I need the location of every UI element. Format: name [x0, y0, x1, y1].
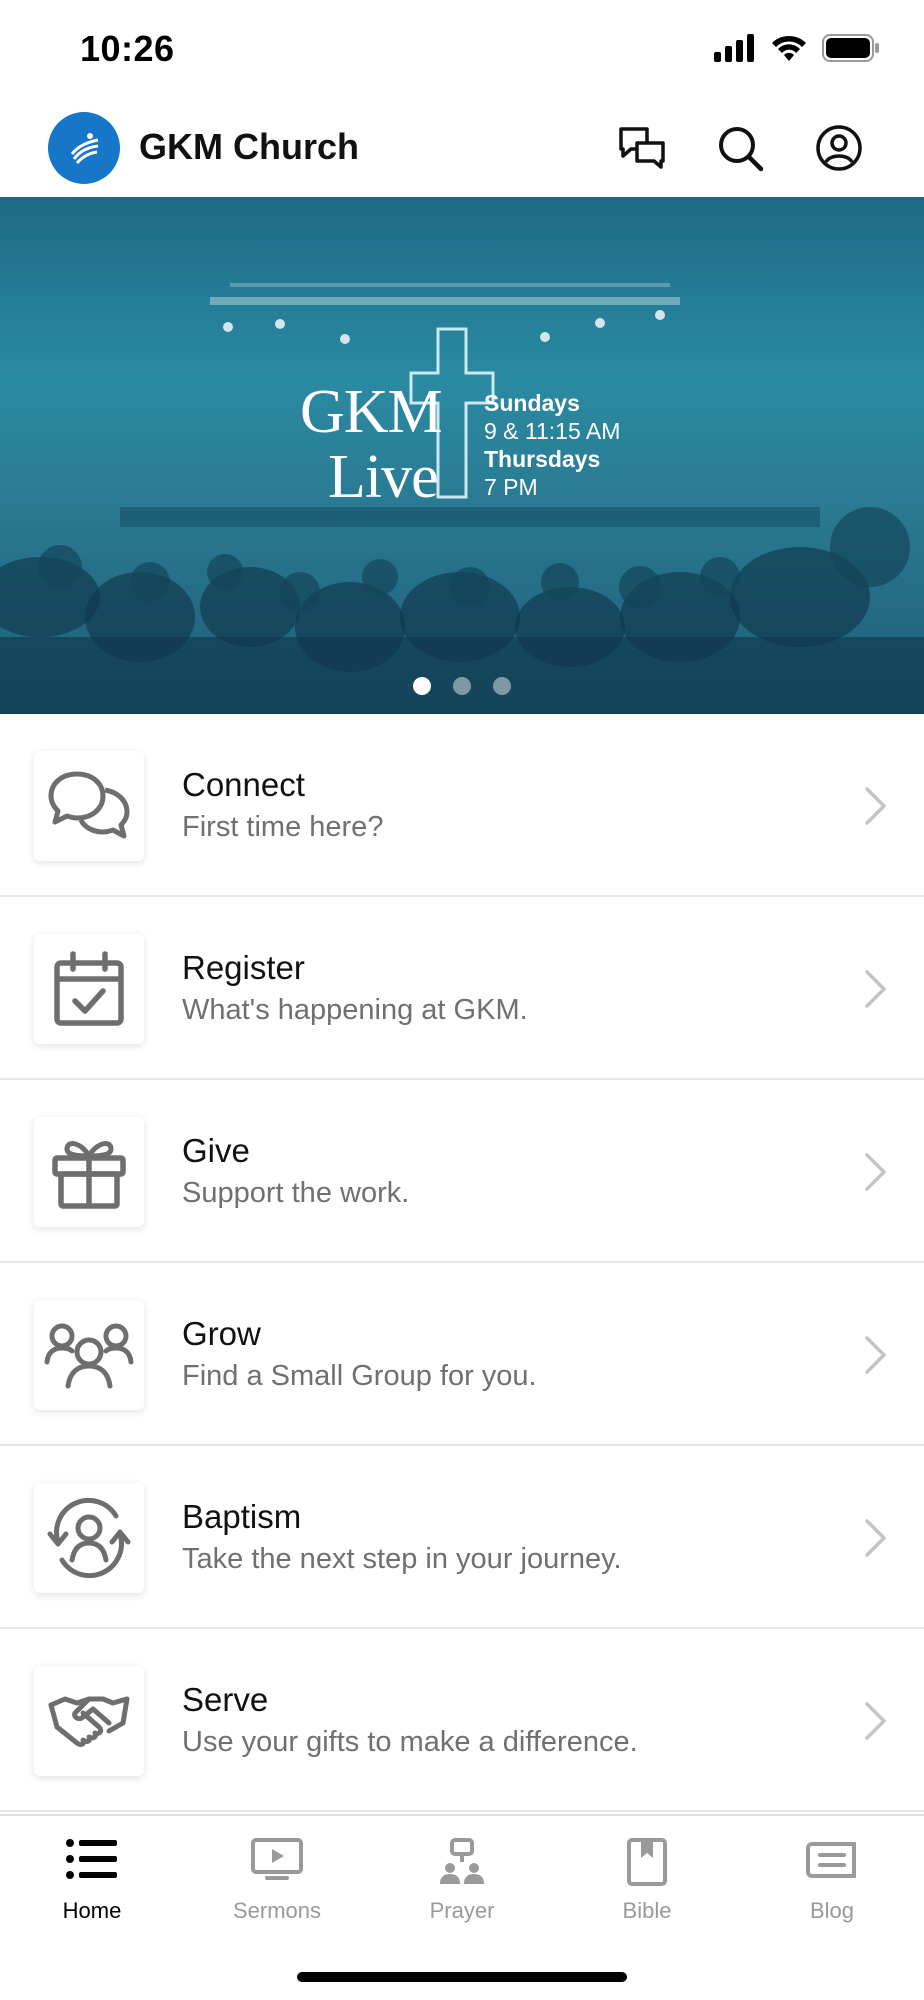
- chat-bubbles-icon: [34, 751, 144, 861]
- wifi-icon: [770, 34, 808, 67]
- gift-icon: [34, 1117, 144, 1227]
- hero-title-line1: GKM: [300, 378, 443, 446]
- nav-label: Sermons: [232, 1898, 322, 1923]
- group-icon: [34, 1300, 144, 1410]
- list-icon: [0, 1838, 184, 1880]
- app-header: GKM Church: [0, 100, 924, 197]
- home-screen: 10:26 GKM Church GKM Live Sundays 9 & 11…: [0, 0, 924, 2000]
- nav-label: Blog: [809, 1898, 855, 1923]
- menu-item-title: Grow: [182, 1315, 261, 1352]
- menu-item-register[interactable]: Register What's happening at GKM.: [0, 897, 924, 1080]
- search-icon[interactable]: [714, 122, 766, 174]
- hero-schedule-time1: 9 & 11:15 AM: [484, 418, 621, 444]
- chevron-right-icon: [865, 1702, 886, 1740]
- hero-background-image: [0, 283, 924, 714]
- menu-item-title: Baptism: [182, 1498, 302, 1535]
- hero-banner[interactable]: GKM Live Sundays 9 & 11:15 AM Thursdays …: [0, 197, 924, 714]
- nav-item-bible[interactable]: Bible: [555, 1816, 739, 1936]
- home-indicator[interactable]: [297, 1972, 627, 1982]
- nav-item-blog[interactable]: Blog: [740, 1816, 924, 1936]
- hero-schedule-time2: 7 PM: [484, 474, 538, 500]
- menu-item-give[interactable]: Give Support the work.: [0, 1080, 924, 1263]
- book-icon: [555, 1838, 739, 1886]
- chat-icon[interactable]: [616, 122, 668, 174]
- menu-item-subtitle: Use your gifts to make a difference.: [182, 1726, 638, 1758]
- nav-item-home[interactable]: Home: [0, 1816, 184, 1936]
- video-icon: [185, 1838, 369, 1882]
- menu-item-subtitle: Find a Small Group for you.: [182, 1360, 537, 1392]
- menu-item-subtitle: Support the work.: [182, 1177, 410, 1209]
- nav-item-sermons[interactable]: Sermons: [185, 1816, 369, 1936]
- menu-list: Connect First time here? Register What's…: [0, 714, 924, 1812]
- nav-item-prayer[interactable]: Prayer: [370, 1816, 554, 1936]
- person-cycle-icon: [34, 1483, 144, 1593]
- carousel-dot-1[interactable]: [413, 677, 431, 695]
- chevron-right-icon: [865, 1153, 886, 1191]
- app-title: GKM Church: [139, 126, 359, 167]
- profile-icon[interactable]: [813, 122, 865, 174]
- carousel-dot-2[interactable]: [453, 677, 471, 695]
- menu-item-title: Connect: [182, 766, 305, 803]
- chevron-right-icon: [865, 1336, 886, 1374]
- status-icons: [714, 34, 880, 67]
- menu-item-title: Register: [182, 949, 305, 986]
- carousel-dot-3[interactable]: [493, 677, 511, 695]
- nav-label: Home: [62, 1898, 122, 1923]
- prayer-icon: [370, 1838, 554, 1886]
- menu-item-title: Serve: [182, 1681, 269, 1718]
- menu-item-subtitle: First time here?: [182, 811, 384, 843]
- menu-item-baptism[interactable]: Baptism Take the next step in your journ…: [0, 1446, 924, 1629]
- calendar-check-icon: [34, 934, 144, 1044]
- handshake-icon: [34, 1666, 144, 1776]
- battery-icon: [822, 34, 880, 67]
- menu-item-serve[interactable]: Serve Use your gifts to make a differenc…: [0, 1629, 924, 1812]
- menu-item-grow[interactable]: Grow Find a Small Group for you.: [0, 1263, 924, 1446]
- nav-label: Bible: [622, 1898, 672, 1923]
- blog-icon: [740, 1838, 924, 1882]
- hero-title-line2: Live: [328, 443, 439, 511]
- hero-schedule-day1: Sundays: [484, 390, 580, 416]
- menu-item-subtitle: What's happening at GKM.: [182, 994, 528, 1026]
- status-bar: 10:26: [0, 0, 924, 100]
- nav-label: Prayer: [429, 1898, 495, 1923]
- signal-icon: [714, 34, 756, 67]
- status-time: 10:26: [80, 28, 175, 69]
- logo-mark-icon: [70, 133, 99, 165]
- menu-item-connect[interactable]: Connect First time here?: [0, 714, 924, 897]
- menu-item-title: Give: [182, 1132, 250, 1169]
- chevron-right-icon: [865, 787, 886, 825]
- chevron-right-icon: [865, 1519, 886, 1557]
- menu-item-subtitle: Take the next step in your journey.: [182, 1543, 622, 1575]
- chevron-right-icon: [865, 970, 886, 1008]
- hero-schedule-day2: Thursdays: [484, 446, 601, 472]
- carousel-indicator[interactable]: [0, 677, 924, 695]
- church-logo[interactable]: [48, 112, 120, 184]
